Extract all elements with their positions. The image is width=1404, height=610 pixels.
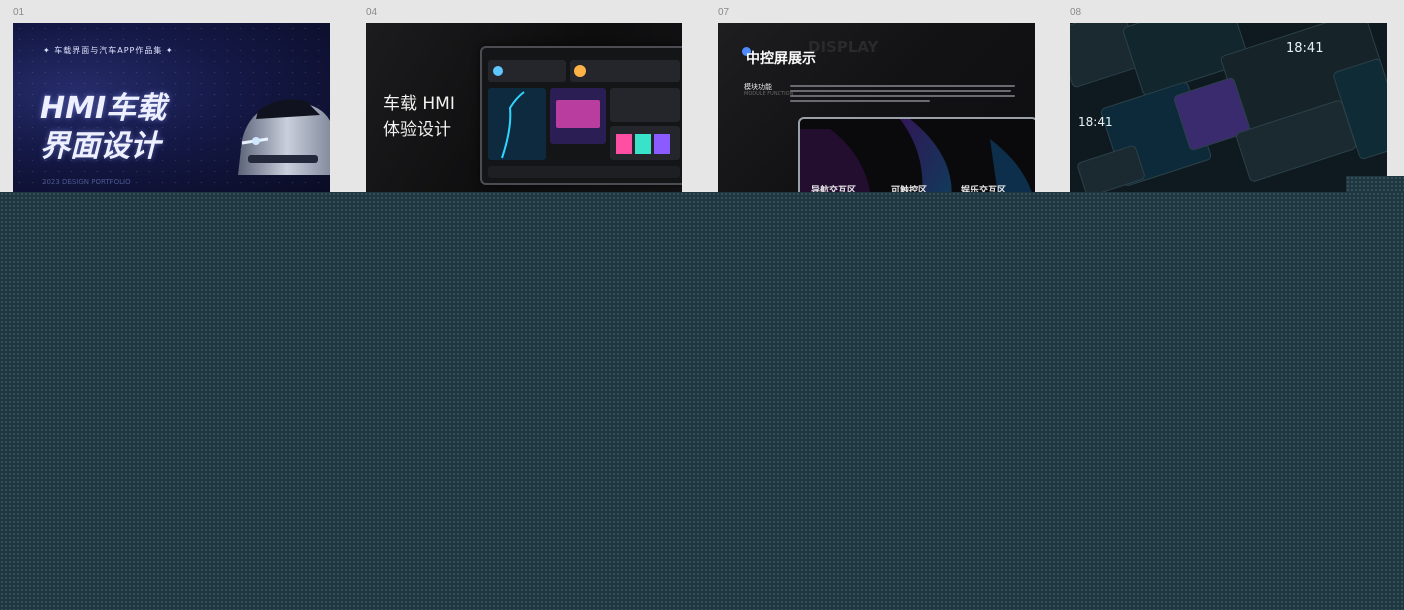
cover-subtitle: ✦ 车载界面与汽车APP作品集 ✦ [43, 46, 174, 55]
cover-footer: 2023 DESIGN PORTFOLIO [42, 178, 131, 186]
frame-number-01: 01 [13, 7, 25, 18]
canvas-area[interactable] [0, 192, 1404, 610]
section-sublabel: MODULE FUNCTION [744, 91, 794, 97]
frame-number-07: 07 [718, 7, 730, 18]
zone-label-navigation: 导航交互区 [811, 186, 857, 192]
display-mockup [798, 117, 1035, 192]
clock-text: 18:41 [1286, 41, 1324, 56]
frame-thumbnail-01[interactable]: ✦ 车载界面与汽车APP作品集 ✦ HMI车载 界面设计 2023 DESIGN… [13, 23, 330, 192]
cover-title-line2: 界面设计 [40, 129, 160, 164]
watermark-text: DISPLAY [808, 38, 879, 56]
description-paragraph [790, 85, 1015, 105]
dashboard-ui-illustration [488, 60, 680, 178]
frame-number-04: 04 [366, 7, 378, 18]
slide-heading: 中控屏展示 [746, 51, 816, 67]
center-display-mockup [480, 46, 682, 185]
slide-title-line1: 车载 HMI [383, 94, 455, 114]
frame-thumbnail-07[interactable]: DISPLAY 中控屏展示 模块功能 MODULE FUNCTION 导航交互区… [718, 23, 1035, 192]
zone-label-entertainment: 娱乐交互区 [961, 186, 1007, 192]
display-zones-illustration [800, 119, 1032, 192]
canvas-corner [1346, 176, 1404, 192]
slide-title-line2: 体验设计 [383, 120, 451, 140]
clock-text: 18:41 [1078, 115, 1113, 129]
frame-number-08: 08 [1070, 7, 1082, 18]
cover-subtitle-text: 车载界面与汽车APP作品集 [54, 46, 163, 55]
frame-thumbnail-04[interactable]: 车载 HMI 体验设计 [366, 23, 682, 192]
car-image [238, 99, 330, 175]
zone-label-touch: 可触控区 [891, 186, 928, 192]
frame-thumbnail-08[interactable]: 18:41 18:41 [1070, 23, 1387, 192]
